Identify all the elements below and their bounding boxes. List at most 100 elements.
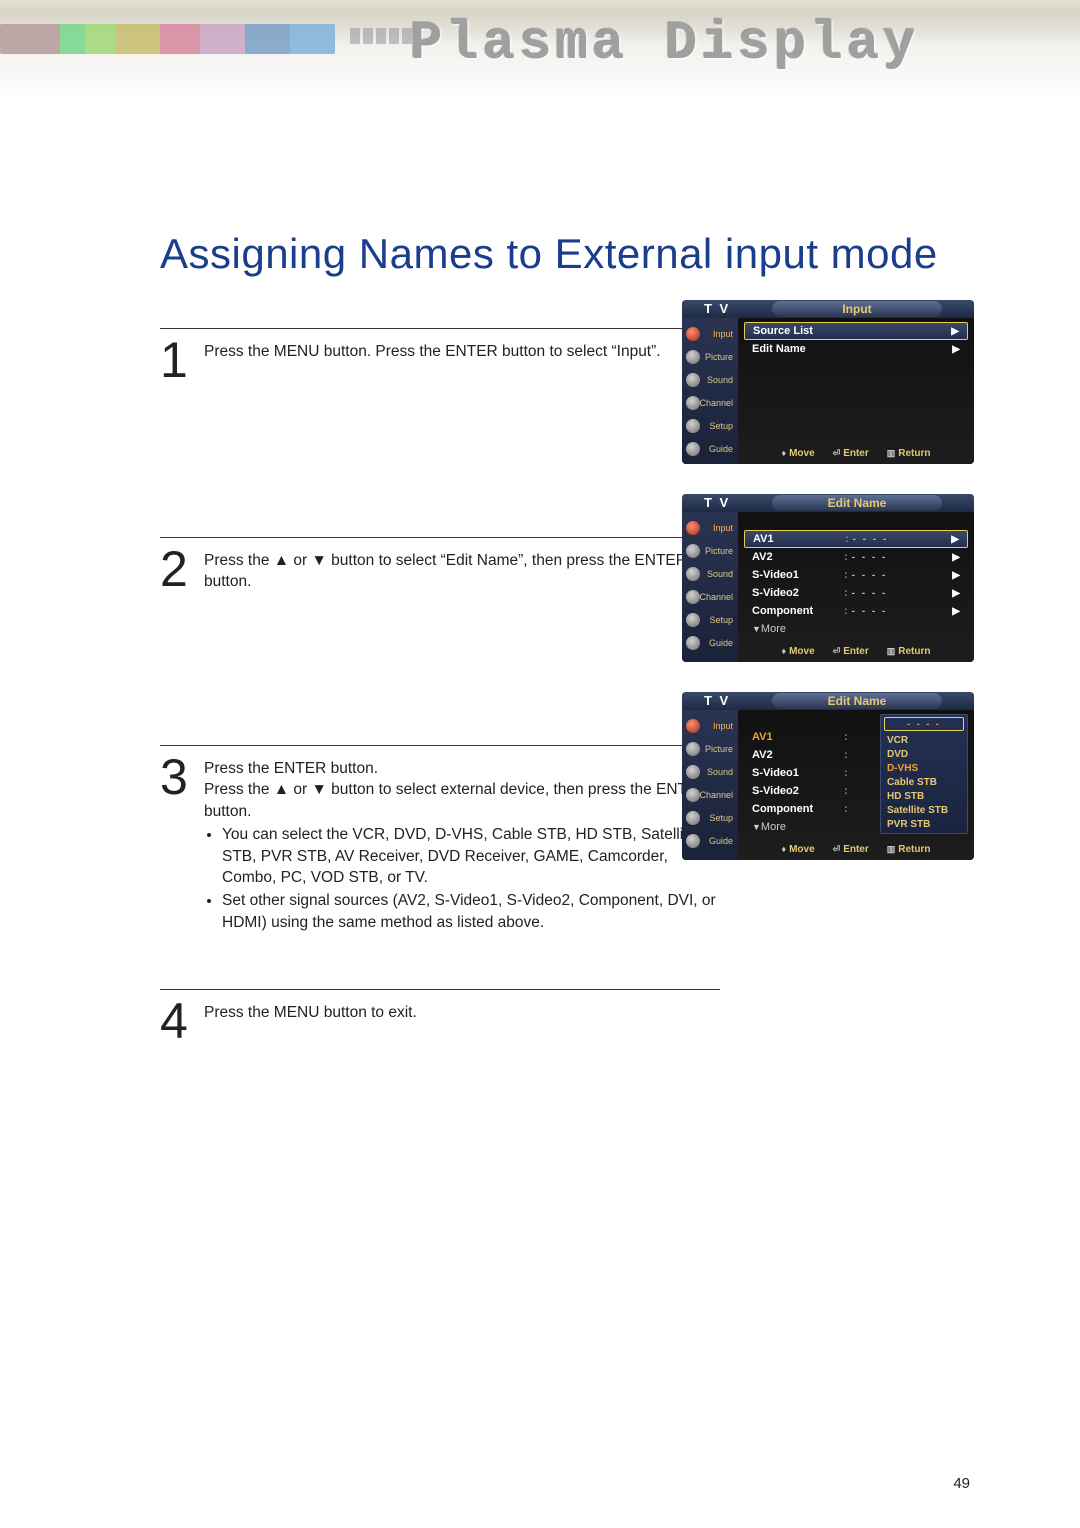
chevron-right-icon: ▶ [952, 344, 960, 355]
steps-list: 1 Press the MENU button. Press the ENTER… [160, 328, 720, 1080]
hint-enter: ⏎Enter [833, 646, 869, 657]
guide-icon [686, 636, 700, 650]
osd-side-input[interactable]: Input [682, 322, 738, 345]
osd-sidebar: Input Picture Sound Channel Setup Guide [682, 710, 738, 860]
step-text: Press the MENU button. Press the ENTER b… [204, 335, 720, 385]
osd-side-channel[interactable]: Channel [682, 783, 738, 806]
banner-color-stripe [0, 24, 335, 54]
osd-side-picture[interactable]: Picture [682, 345, 738, 368]
dropdown-selected[interactable]: - - - - [884, 717, 964, 731]
step-4: 4 Press the MENU button to exit. [160, 989, 720, 1080]
osd-side-setup[interactable]: Setup [682, 608, 738, 631]
hint-return: ▥Return [887, 448, 931, 459]
osd-sidebar: Input Picture Sound Channel Setup Guide [682, 512, 738, 662]
osd-row-source-list[interactable]: Source List▶ [744, 322, 968, 340]
osd-side-setup[interactable]: Setup [682, 414, 738, 437]
setup-icon [686, 613, 700, 627]
input-icon [686, 521, 700, 535]
return-icon: ▥ [887, 448, 896, 458]
osd-row-av1[interactable]: AV1:- - - -▶ [744, 530, 968, 548]
osd-side-sound[interactable]: Sound [682, 368, 738, 391]
osd-row-more[interactable]: More [744, 620, 968, 638]
step-text: Press the MENU button to exit. [204, 996, 720, 1046]
chevron-right-icon: ▶ [952, 552, 960, 563]
enter-icon: ⏎ [833, 646, 841, 656]
picture-icon [686, 350, 700, 364]
osd-side-guide[interactable]: Guide [682, 829, 738, 852]
dropdown-item-cable-stb[interactable]: Cable STB [881, 775, 967, 789]
dropdown-item-hd-stb[interactable]: HD STB [881, 789, 967, 803]
chevron-right-icon: ▶ [951, 534, 959, 545]
osd-side-channel[interactable]: Channel [682, 585, 738, 608]
chevron-right-icon: ▶ [951, 326, 959, 337]
step-number: 3 [160, 752, 204, 935]
hint-move: ♦Move [781, 448, 814, 459]
osd-menu-edit-name-dropdown: T V Edit Name Input Picture Sound Channe… [682, 692, 974, 860]
osd-footer-hints: ♦Move ⏎Enter ▥Return [738, 840, 974, 858]
return-icon: ▥ [887, 844, 896, 854]
dropdown-item-satellite-stb[interactable]: Satellite STB [881, 803, 967, 817]
step-text: Press the ENTER button. Press the ▲ or ▼… [204, 752, 720, 935]
step-text-line: Press the ENTER button. Press the ▲ or ▼… [204, 758, 720, 822]
page-banner: Plasma Display [0, 0, 1080, 100]
input-icon [686, 719, 700, 733]
device-name-dropdown[interactable]: - - - - VCR DVD D-VHS Cable STB HD STB S… [880, 714, 968, 834]
osd-side-input[interactable]: Input [682, 516, 738, 539]
step-text: Press the ▲ or ▼ button to select “Edit … [204, 544, 720, 594]
step-number: 4 [160, 996, 204, 1046]
banner-boxes-decor [350, 28, 412, 44]
osd-footer-hints: ♦Move ⏎Enter ▥Return [738, 444, 974, 462]
dropdown-item-dvhs[interactable]: D-VHS [881, 761, 967, 775]
osd-side-picture[interactable]: Picture [682, 737, 738, 760]
osd-row-av2[interactable]: AV2:- - - -▶ [744, 548, 968, 566]
updown-icon: ♦ [781, 448, 786, 458]
banner-title: Plasma Display [410, 14, 920, 75]
osd-row-component[interactable]: Component:- - - -▶ [744, 602, 968, 620]
osd-tab-title: Edit Name [772, 693, 942, 709]
step-number: 1 [160, 335, 204, 385]
chevron-right-icon: ▶ [952, 606, 960, 617]
page-number: 49 [953, 1475, 970, 1492]
setup-icon [686, 419, 700, 433]
dropdown-item-vcr[interactable]: VCR [881, 733, 967, 747]
osd-footer-hints: ♦Move ⏎Enter ▥Return [738, 642, 974, 660]
enter-icon: ⏎ [833, 844, 841, 854]
input-icon [686, 327, 700, 341]
hint-return: ▥Return [887, 844, 931, 855]
dropdown-item-dvd[interactable]: DVD [881, 747, 967, 761]
osd-row-svideo1[interactable]: S-Video1:- - - -▶ [744, 566, 968, 584]
updown-icon: ♦ [781, 844, 786, 854]
hint-enter: ⏎Enter [833, 844, 869, 855]
guide-icon [686, 442, 700, 456]
osd-side-sound[interactable]: Sound [682, 562, 738, 585]
osd-screenshots-column: T V Input Input Picture Sound Channel Se… [682, 300, 974, 890]
step-bullet: Set other signal sources (AV2, S-Video1,… [222, 890, 720, 933]
channel-icon [686, 396, 700, 410]
dropdown-item-pvr-stb[interactable]: PVR STB [881, 817, 967, 831]
step-1: 1 Press the MENU button. Press the ENTER… [160, 328, 720, 419]
osd-side-input[interactable]: Input [682, 714, 738, 737]
page-title: Assigning Names to External input mode [160, 230, 970, 278]
step-bullets: You can select the VCR, DVD, D-VHS, Cabl… [204, 824, 720, 933]
osd-row-edit-name[interactable]: Edit Name▶ [744, 340, 968, 358]
osd-side-guide[interactable]: Guide [682, 437, 738, 460]
osd-side-channel[interactable]: Channel [682, 391, 738, 414]
enter-icon: ⏎ [833, 448, 841, 458]
osd-side-picture[interactable]: Picture [682, 539, 738, 562]
osd-side-guide[interactable]: Guide [682, 631, 738, 654]
osd-tv-label: T V [704, 495, 730, 510]
osd-side-setup[interactable]: Setup [682, 806, 738, 829]
step-bullet: You can select the VCR, DVD, D-VHS, Cabl… [222, 824, 720, 888]
guide-icon [686, 834, 700, 848]
osd-side-sound[interactable]: Sound [682, 760, 738, 783]
chevron-right-icon: ▶ [952, 588, 960, 599]
sound-icon [686, 567, 700, 581]
osd-tv-label: T V [704, 693, 730, 708]
osd-row-svideo2[interactable]: S-Video2:- - - -▶ [744, 584, 968, 602]
updown-icon: ♦ [781, 646, 786, 656]
sound-icon [686, 765, 700, 779]
channel-icon [686, 788, 700, 802]
osd-tv-label: T V [704, 301, 730, 316]
hint-enter: ⏎Enter [833, 448, 869, 459]
hint-move: ♦Move [781, 646, 814, 657]
